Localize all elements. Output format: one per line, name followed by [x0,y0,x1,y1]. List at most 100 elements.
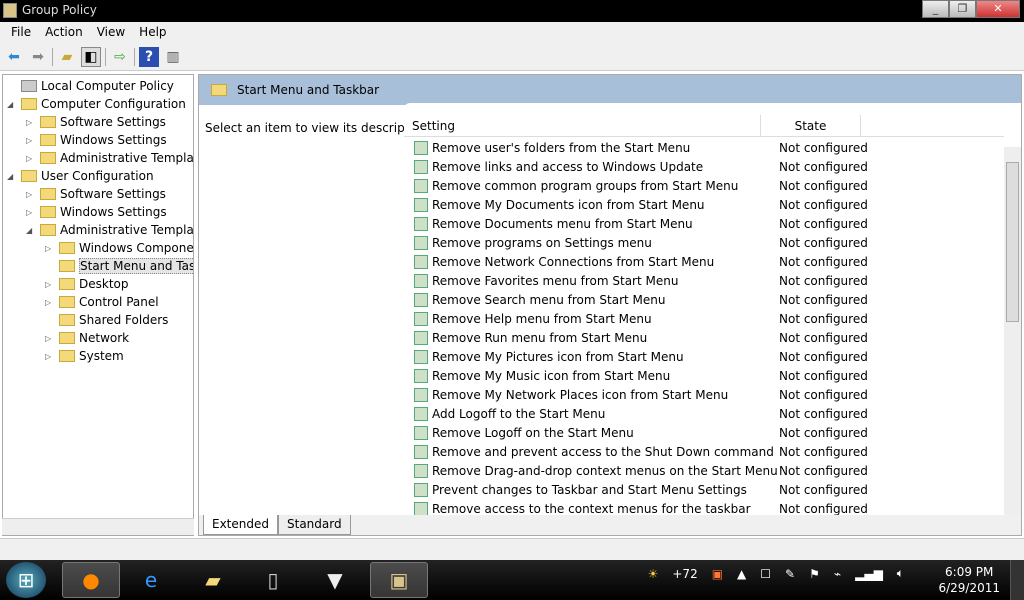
expander-icon[interactable]: ▷ [26,190,36,199]
setting-row[interactable]: Remove My Pictures icon from Start Menu N… [414,347,1004,366]
show-desktop-button[interactable] [1010,560,1024,600]
setting-name: Remove My Network Places icon from Start… [432,387,729,402]
expander-icon[interactable]: ▷ [45,298,55,307]
policy-setting-icon [414,406,428,421]
export-list-icon[interactable]: ⇨ [110,47,130,67]
tree-node-label: Software Settings [60,187,166,201]
setting-state: Not configured [779,387,868,402]
start-button[interactable]: ⊞ [6,562,46,598]
tab-extended[interactable]: Extended [203,515,278,535]
setting-state: Not configured [779,159,868,174]
expander-icon[interactable]: ▷ [26,154,36,163]
weather-icon[interactable]: ☀ [648,567,659,581]
setting-row[interactable]: Prevent changes to Taskbar and Start Men… [414,480,1004,499]
expander-icon[interactable]: ▷ [26,118,36,127]
show-hide-tree-icon[interactable]: ◧ [81,46,101,67]
action-center-flag-icon[interactable]: ⚑ [809,567,820,581]
setting-row[interactable]: Remove and prevent access to the Shut Do… [414,442,1004,461]
tree-node[interactable]: ◢ Computer Configuration [7,95,186,113]
back-icon[interactable]: ⬅ [4,47,24,67]
tab-standard[interactable]: Standard [278,515,351,535]
forward-icon[interactable]: ➡ [28,47,48,67]
menu-file[interactable]: File [4,22,38,43]
show-action-pane-icon[interactable]: ▥ [163,47,183,67]
tree-node[interactable]: ▷ Windows Settings [26,131,167,149]
policy-setting-icon [414,140,428,155]
pen-icon[interactable]: ✎ [785,567,795,581]
setting-row[interactable]: Remove Favorites menu from Start Menu Not… [414,271,1004,290]
tree-node[interactable]: ▷ Software Settings [26,185,166,203]
explorer-icon[interactable]: ▰ [184,562,242,598]
rss-icon[interactable]: ▣ [712,567,723,581]
setting-row[interactable]: Remove user's folders from the Start Men… [414,138,1004,157]
minimize-button[interactable]: _ [922,0,949,18]
expander-icon[interactable]: ◢ [26,226,36,235]
expander-icon[interactable]: ▷ [26,136,36,145]
policy-setting-icon [414,292,428,307]
column-header-setting[interactable]: Setting [404,115,761,136]
tree-node[interactable]: Shared Folders [45,311,168,329]
clock[interactable]: 6:09 PM 6/29/2011 [938,564,1000,596]
tree-node[interactable]: Start Menu and Taskbar [45,257,193,275]
setting-row[interactable]: Remove Logoff on the Start Menu Not confi… [414,423,1004,442]
setting-row[interactable]: Remove links and access to Windows Updat… [414,157,1004,176]
tree-node[interactable]: ◢ User Configuration [7,167,154,185]
internet-explorer-icon[interactable]: e [122,562,180,598]
setting-row[interactable]: Remove My Network Places icon from Start… [414,385,1004,404]
expander-icon[interactable]: ◢ [7,172,17,181]
expander-icon[interactable]: ▷ [45,280,55,289]
tree-node[interactable]: ▷ Software Settings [26,113,166,131]
network-signal-icon[interactable]: ▂▄▆ [855,567,883,581]
policy-setting-icon [414,216,428,231]
expander-icon[interactable]: ▷ [45,352,55,361]
blank-tray-icon[interactable]: ☐ [760,567,771,581]
weather-temp[interactable]: +72 [672,567,697,581]
vertical-scrollbar[interactable] [1004,147,1021,515]
clock-time: 6:09 PM [945,565,994,579]
menu-action[interactable]: Action [38,22,90,43]
tree-node[interactable]: ▷ Desktop [45,275,129,293]
close-button[interactable]: ✕ [976,0,1020,18]
up-folder-icon[interactable]: ▰ [57,47,77,67]
setting-row[interactable]: Remove Drag-and-drop context menus on th… [414,461,1004,480]
expander-icon[interactable]: ▷ [45,244,55,253]
column-header-state[interactable]: State [761,115,861,136]
tree-node[interactable]: ▷ Control Panel [45,293,159,311]
folder-icon [59,296,75,308]
volume-icon[interactable]: 🔈︎ [897,566,904,581]
setting-row[interactable]: Remove programs on Settings menu Not conf… [414,233,1004,252]
tree-horizontal-scrollbar[interactable] [2,518,194,535]
details-pane: Start Menu and Taskbar Select an item to… [198,74,1022,536]
firefox-icon[interactable]: ● [62,562,120,598]
setting-row[interactable]: Remove Network Connections from Start Me… [414,252,1004,271]
menu-help[interactable]: Help [132,22,173,43]
speaker-app-icon[interactable]: ▯ [244,562,302,598]
setting-row[interactable]: Remove Run menu from Start Menu Not confi… [414,328,1004,347]
restore-button[interactable]: ❐ [949,0,976,18]
setting-row[interactable]: Remove Documents menu from Start Menu Not… [414,214,1004,233]
media-player-icon[interactable]: ▼ [306,562,364,598]
tree-node[interactable]: ▷ System [45,347,124,365]
expander-icon[interactable]: ◢ [7,100,17,109]
show-hidden-icons[interactable]: ▲ [737,567,746,581]
setting-row[interactable]: Remove My Documents icon from Start Menu… [414,195,1004,214]
setting-row[interactable]: Remove Help menu from Start Menu Not conf… [414,309,1004,328]
tree-node[interactable]: ▷ Administrative Templates [26,149,193,167]
tree-node[interactable]: Local Computer Policy [7,77,174,95]
tree-node-label: System [79,349,124,363]
help-icon[interactable]: ? [139,46,159,67]
expander-icon[interactable]: ▷ [45,334,55,343]
setting-row[interactable]: Add Logoff to the Start Menu Not configur… [414,404,1004,423]
menu-view[interactable]: View [90,22,132,43]
setting-row[interactable]: Remove My Music icon from Start Menu Not … [414,366,1004,385]
tree-node[interactable]: ◢ Administrative Templates [26,221,193,239]
tree-node[interactable]: ▷ Windows Settings [26,203,167,221]
setting-row[interactable]: Remove Search menu from Start Menu Not co… [414,290,1004,309]
power-icon[interactable]: ⌁ [834,567,841,581]
setting-row[interactable]: Remove common program groups from Start … [414,176,1004,195]
group-policy-taskbar-icon[interactable]: ▣ [370,562,428,598]
tree-node[interactable]: ▷ Network [45,329,129,347]
expander-icon[interactable]: ▷ [26,208,36,217]
scrollbar-thumb[interactable] [1006,162,1019,322]
tree-node[interactable]: ▷ Windows Components [45,239,193,257]
